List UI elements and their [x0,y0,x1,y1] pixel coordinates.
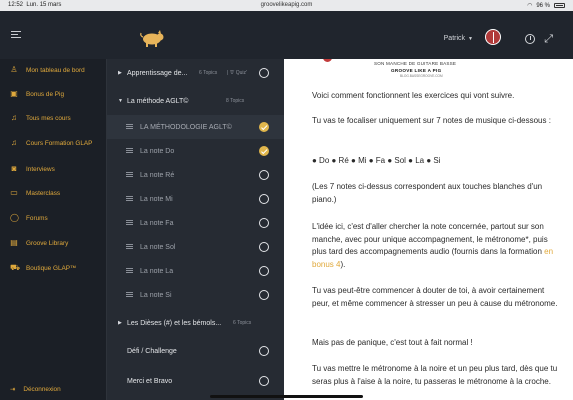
lesson-list-icon [126,292,133,298]
top-header: Patrick ▼ ⤢ [0,11,573,59]
sidebar-item-courses[interactable]: ♫ Tous mes cours [10,114,71,122]
video-icon: ▭ [10,188,18,197]
music-note-icon: ♫ [11,138,17,147]
completion-circle[interactable] [259,170,269,180]
banner-logo [323,59,332,62]
paragraph: Tu vas te focaliser uniquement sur 7 not… [312,116,551,125]
topic-row[interactable]: La note Si [107,283,285,307]
topic-row[interactable]: La note Do [107,139,285,163]
sidebar-item-boutique[interactable]: ⛟ Boutique GLAP™ [10,264,76,272]
chat-icon: ◯ [10,213,19,222]
sidebar-item-bonus[interactable]: ▣ Bonus de Pig [10,90,64,98]
battery-text: 96 % [536,2,550,9]
user-icon: ♙ [10,65,18,74]
topic-row[interactable]: La note Fa [107,211,285,235]
completion-circle[interactable] [259,194,269,204]
sidebar-item-masterclass[interactable]: ▭ Masterclass [10,189,60,197]
status-right: ◠ 96 % [527,2,565,9]
section-dieses-bemols[interactable]: ▶ Les Dièses (#) et les bémols... 6 Topi… [107,311,285,335]
topic-row[interactable]: La note La [107,259,285,283]
lesson-merci-bravo[interactable]: Merci et Bravo [107,369,285,393]
lesson-defi-challenge[interactable]: Défi / Challenge [107,339,285,363]
lesson-list-icon [126,196,133,202]
lesson-list-icon [126,268,133,274]
wifi-icon: ◠ [527,3,533,9]
lesson-list-icon [126,172,133,178]
lesson-list-icon [126,220,133,226]
lesson-banner-image: SON MANCHE DE GUITARE BASSE GROOVE LIKE … [284,59,573,79]
completion-circle[interactable] [259,242,269,252]
topic-row[interactable]: La note Mi [107,187,285,211]
topic-row[interactable]: LA MÉTHODOLOGIE AGLT© [107,115,285,139]
guitar-avatar-icon[interactable] [485,29,501,45]
topic-row[interactable]: La note Sol [107,235,285,259]
lesson-list: ▶ Apprentissage de... 6 Topics | '0' Qui… [106,59,285,400]
topic-row[interactable]: La note Ré [107,163,285,187]
completion-circle[interactable] [259,218,269,228]
chevron-right-icon: ▶ [118,320,122,326]
sidebar-item-interviews[interactable]: ◙ Interviews [10,165,55,173]
pig-logo-icon[interactable] [139,29,165,47]
paragraph: Voici comment fonctionnent les exercices… [312,91,515,100]
paragraph: Tu vas mettre le métronome à la noire et… [312,364,558,386]
chevron-down-icon: ▼ [118,98,123,104]
address-url[interactable]: groovelikeapig.com [0,2,573,8]
sidebar-item-forums[interactable]: ◯ Forums [10,214,48,222]
home-indicator [210,395,363,398]
cart-icon: ⛟ [10,263,21,272]
menu-icon[interactable] [11,31,21,39]
paragraph: L'idée ici, c'est d'aller chercher la no… [312,222,554,269]
lesson-content: SON MANCHE DE GUITARE BASSE GROOVE LIKE … [284,59,573,400]
book-icon: ▤ [10,238,18,247]
section-apprentissage[interactable]: ▶ Apprentissage de... 6 Topics | '0' Qui… [107,61,285,85]
chevron-right-icon: ▶ [118,70,122,76]
logout-link[interactable]: ⇥ Déconnexion [10,385,61,394]
battery-icon [554,3,565,8]
lesson-list-icon [126,244,133,250]
chevron-down-icon: ▼ [468,36,473,42]
clock-icon[interactable] [525,34,535,44]
sidebar: ♙ Mon tableau de bord ▣ Bonus de Pig ♫ Tous… [0,59,106,400]
completion-circle[interactable] [259,376,269,386]
paragraph: (Les 7 notes ci-dessus correspondent aux… [312,182,543,204]
lesson-list-icon [126,148,133,154]
paragraph: Mais pas de panique, c'est tout à fait n… [312,338,473,347]
completion-circle[interactable] [259,290,269,300]
check-circle-icon[interactable] [259,122,269,132]
completion-circle[interactable] [259,68,269,78]
paragraph: Tu vas peut-être commencer à douter de t… [312,286,558,308]
notes-list: ● Do ● Ré ● Mi ● Fa ● Sol ● La ● Si [312,156,441,165]
music-note-icon: ♫ [11,113,17,122]
status-bar: 12:52 Lun. 15 mars groovelikeapig.com ◠ … [0,0,573,11]
box-icon: ▣ [10,89,18,98]
user-menu[interactable]: Patrick ▼ [444,35,473,42]
sidebar-item-glap-course[interactable]: ♫ Cours Formation GLAP [10,139,92,147]
check-circle-icon[interactable] [259,146,269,156]
microphone-icon: ◙ [11,164,17,173]
logout-icon: ⇥ [10,386,16,393]
completion-circle[interactable] [259,266,269,276]
fullscreen-icon[interactable]: ⤢ [544,33,553,46]
section-methode[interactable]: ▼ La méthode AGLT© 8 Topics [107,89,285,113]
completion-circle[interactable] [259,346,269,356]
lesson-list-icon [126,124,133,130]
sidebar-item-dashboard[interactable]: ♙ Mon tableau de bord [10,65,84,74]
sidebar-item-groove-library[interactable]: ▤ Groove Library [10,239,68,247]
